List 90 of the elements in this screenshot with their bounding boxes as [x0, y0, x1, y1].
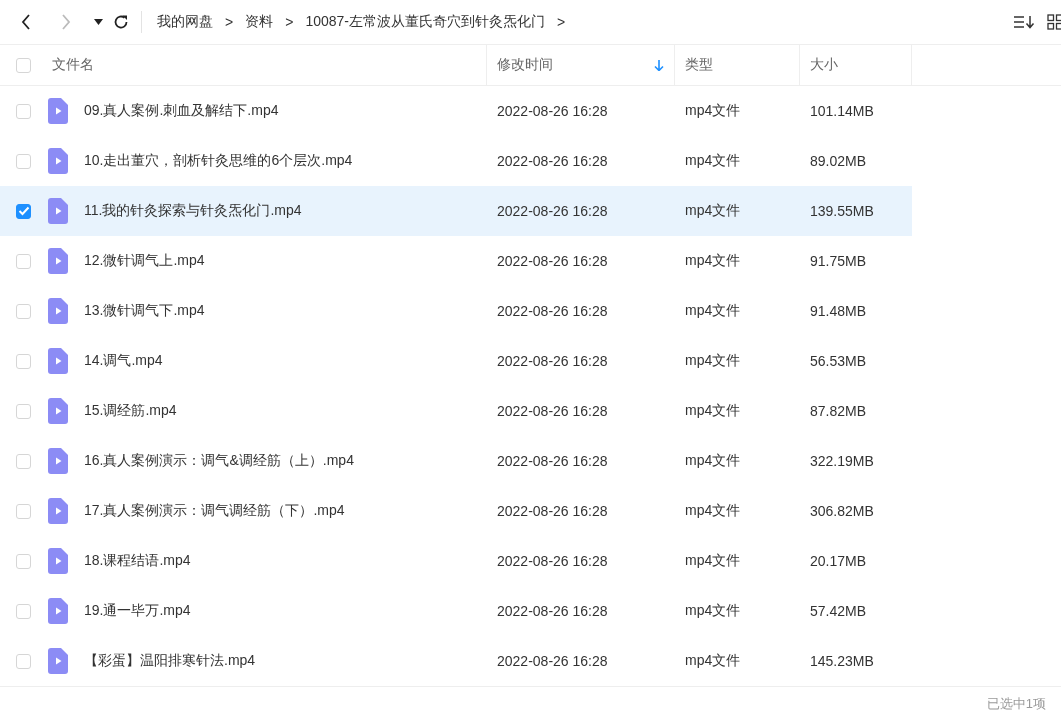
- file-name: 17.真人案例演示：调气调经筋（下）.mp4: [84, 502, 345, 520]
- file-size: 57.42MB: [809, 602, 868, 621]
- file-name: 19.通一毕万.mp4: [84, 602, 191, 620]
- file-size: 56.53MB: [809, 352, 868, 371]
- breadcrumb-link[interactable]: 我的网盘: [157, 13, 213, 31]
- modified-time: 2022-08-26 16:28: [496, 352, 609, 371]
- column-header[interactable]: 大小: [800, 45, 912, 85]
- modified-time: 2022-08-26 16:28: [496, 202, 609, 221]
- video-file-icon: [48, 98, 68, 124]
- file-type: mp4文件: [684, 101, 742, 120]
- video-file-icon: [48, 348, 68, 374]
- file-size: 306.82MB: [809, 502, 875, 521]
- file-row[interactable]: 18.课程结语.mp4 2022-08-26 16:28 mp4文件 20.17MB: [0, 536, 912, 586]
- file-row[interactable]: 10.走出董穴，剖析针灸思维的6个层次.mp4 2022-08-26 16:28 mp4文件 89.02MB: [0, 136, 912, 186]
- modified-time: 2022-08-26 16:28: [496, 102, 609, 121]
- file-size: 89.02MB: [809, 152, 868, 171]
- modified-time: 2022-08-26 16:28: [496, 602, 609, 621]
- file-name: 18.课程结语.mp4: [84, 552, 191, 570]
- modified-time: 2022-08-26 16:28: [496, 552, 609, 571]
- file-size: 87.82MB: [809, 402, 868, 421]
- file-name: 12.微针调气上.mp4: [84, 252, 205, 270]
- file-row[interactable]: 【彩蛋】温阳排寒针法.mp4 2022-08-26 16:28 mp4文件 145.23MB: [0, 636, 912, 686]
- video-file-icon: [48, 248, 68, 274]
- file-row[interactable]: 15.调经筋.mp4 2022-08-26 16:28 mp4文件 87.82MB: [0, 386, 912, 436]
- file-name: 11.我的针灸探索与针灸炁化门.mp4: [84, 202, 302, 220]
- grid-view-icon[interactable]: [1047, 14, 1061, 30]
- column-header[interactable]: 类型: [675, 45, 800, 85]
- file-size: 101.14MB: [809, 102, 875, 121]
- file-row[interactable]: 11.我的针灸探索与针灸炁化门.mp4 2022-08-26 16:28 mp4文件 139.55MB: [0, 186, 912, 236]
- file-type: mp4文件: [684, 651, 742, 670]
- file-row[interactable]: 09.真人案例.刺血及解结下.mp4 2022-08-26 16:28 mp4文件 101.14MB: [0, 86, 912, 136]
- file-name: 13.微针调气下.mp4: [84, 302, 205, 320]
- breadcrumb-link[interactable]: 10087-左常波从董氏奇穴到针灸炁化门: [305, 13, 545, 31]
- checkbox[interactable]: [16, 203, 31, 219]
- file-type: mp4文件: [684, 401, 742, 420]
- modified-time: 2022-08-26 16:28: [496, 402, 609, 421]
- file-name: 【彩蛋】温阳排寒针法.mp4: [84, 652, 256, 670]
- modified-time: 2022-08-26 16:28: [496, 252, 609, 271]
- column-header[interactable]: 文件名: [45, 45, 487, 85]
- refresh-icon[interactable]: [113, 14, 129, 30]
- modified-time: 2022-08-26 16:28: [496, 502, 609, 521]
- file-row[interactable]: 12.微针调气上.mp4 2022-08-26 16:28 mp4文件 91.75MB: [0, 236, 912, 286]
- breadcrumb-separator: >: [556, 14, 566, 30]
- file-size: 139.55MB: [809, 202, 875, 221]
- file-type: mp4文件: [684, 201, 742, 220]
- modified-time: 2022-08-26 16:28: [496, 152, 609, 171]
- file-name: 09.真人案例.刺血及解结下.mp4: [84, 102, 279, 120]
- file-type: mp4文件: [684, 551, 742, 570]
- breadcrumb-link[interactable]: 资料: [245, 13, 274, 31]
- sort-icon[interactable]: [1013, 14, 1035, 30]
- file-type: mp4文件: [684, 451, 742, 470]
- video-file-icon: [48, 198, 68, 224]
- file-type: mp4文件: [684, 601, 742, 620]
- file-row[interactable]: 14.调气.mp4 2022-08-26 16:28 mp4文件 56.53MB: [0, 336, 912, 386]
- modified-time: 2022-08-26 16:28: [496, 452, 609, 471]
- video-file-icon: [48, 548, 68, 574]
- file-row[interactable]: 16.真人案例演示：调气&调经筋（上）.mp4 2022-08-26 16:28 mp4文件 322.19MB: [0, 436, 912, 486]
- file-type: mp4文件: [684, 251, 742, 270]
- file-size: 91.48MB: [809, 302, 868, 321]
- column-header[interactable]: 修改时间: [487, 45, 675, 85]
- file-name: 14.调气.mp4: [84, 352, 163, 370]
- sort-arrow-icon[interactable]: [654, 59, 664, 71]
- modified-time: 2022-08-26 16:28: [496, 652, 609, 671]
- file-name: 16.真人案例演示：调气&调经筋（上）.mp4: [84, 452, 354, 470]
- video-file-icon: [48, 498, 68, 524]
- file-size: 322.19MB: [809, 452, 875, 471]
- modified-time: 2022-08-26 16:28: [496, 302, 609, 321]
- file-row[interactable]: 19.通一毕万.mp4 2022-08-26 16:28 mp4文件 57.42MB: [0, 586, 912, 636]
- chevron-left-icon[interactable]: [21, 14, 31, 30]
- video-file-icon: [48, 448, 68, 474]
- file-row[interactable]: 17.真人案例演示：调气调经筋（下）.mp4 2022-08-26 16:28 mp4文件 306.82MB: [0, 486, 912, 536]
- video-file-icon: [48, 598, 68, 624]
- file-type: mp4文件: [684, 501, 742, 520]
- file-type: mp4文件: [684, 301, 742, 320]
- file-name: 15.调经筋.mp4: [84, 402, 177, 420]
- file-size: 91.75MB: [809, 252, 868, 271]
- file-type: mp4文件: [684, 351, 742, 370]
- breadcrumb-separator: >: [225, 14, 234, 30]
- file-size: 145.23MB: [809, 652, 875, 671]
- file-size: 20.17MB: [809, 552, 868, 571]
- breadcrumb-separator: >: [285, 14, 294, 30]
- selection-count: 已选中1项: [986, 694, 1046, 713]
- video-file-icon: [48, 298, 68, 324]
- video-file-icon: [48, 398, 68, 424]
- file-name: 10.走出董穴，剖析针灸思维的6个层次.mp4: [84, 152, 353, 170]
- file-row[interactable]: 13.微针调气下.mp4 2022-08-26 16:28 mp4文件 91.48MB: [0, 286, 912, 336]
- video-file-icon: [48, 148, 68, 174]
- file-type: mp4文件: [684, 151, 742, 170]
- dropdown-icon[interactable]: [94, 19, 103, 25]
- video-file-icon: [48, 648, 68, 674]
